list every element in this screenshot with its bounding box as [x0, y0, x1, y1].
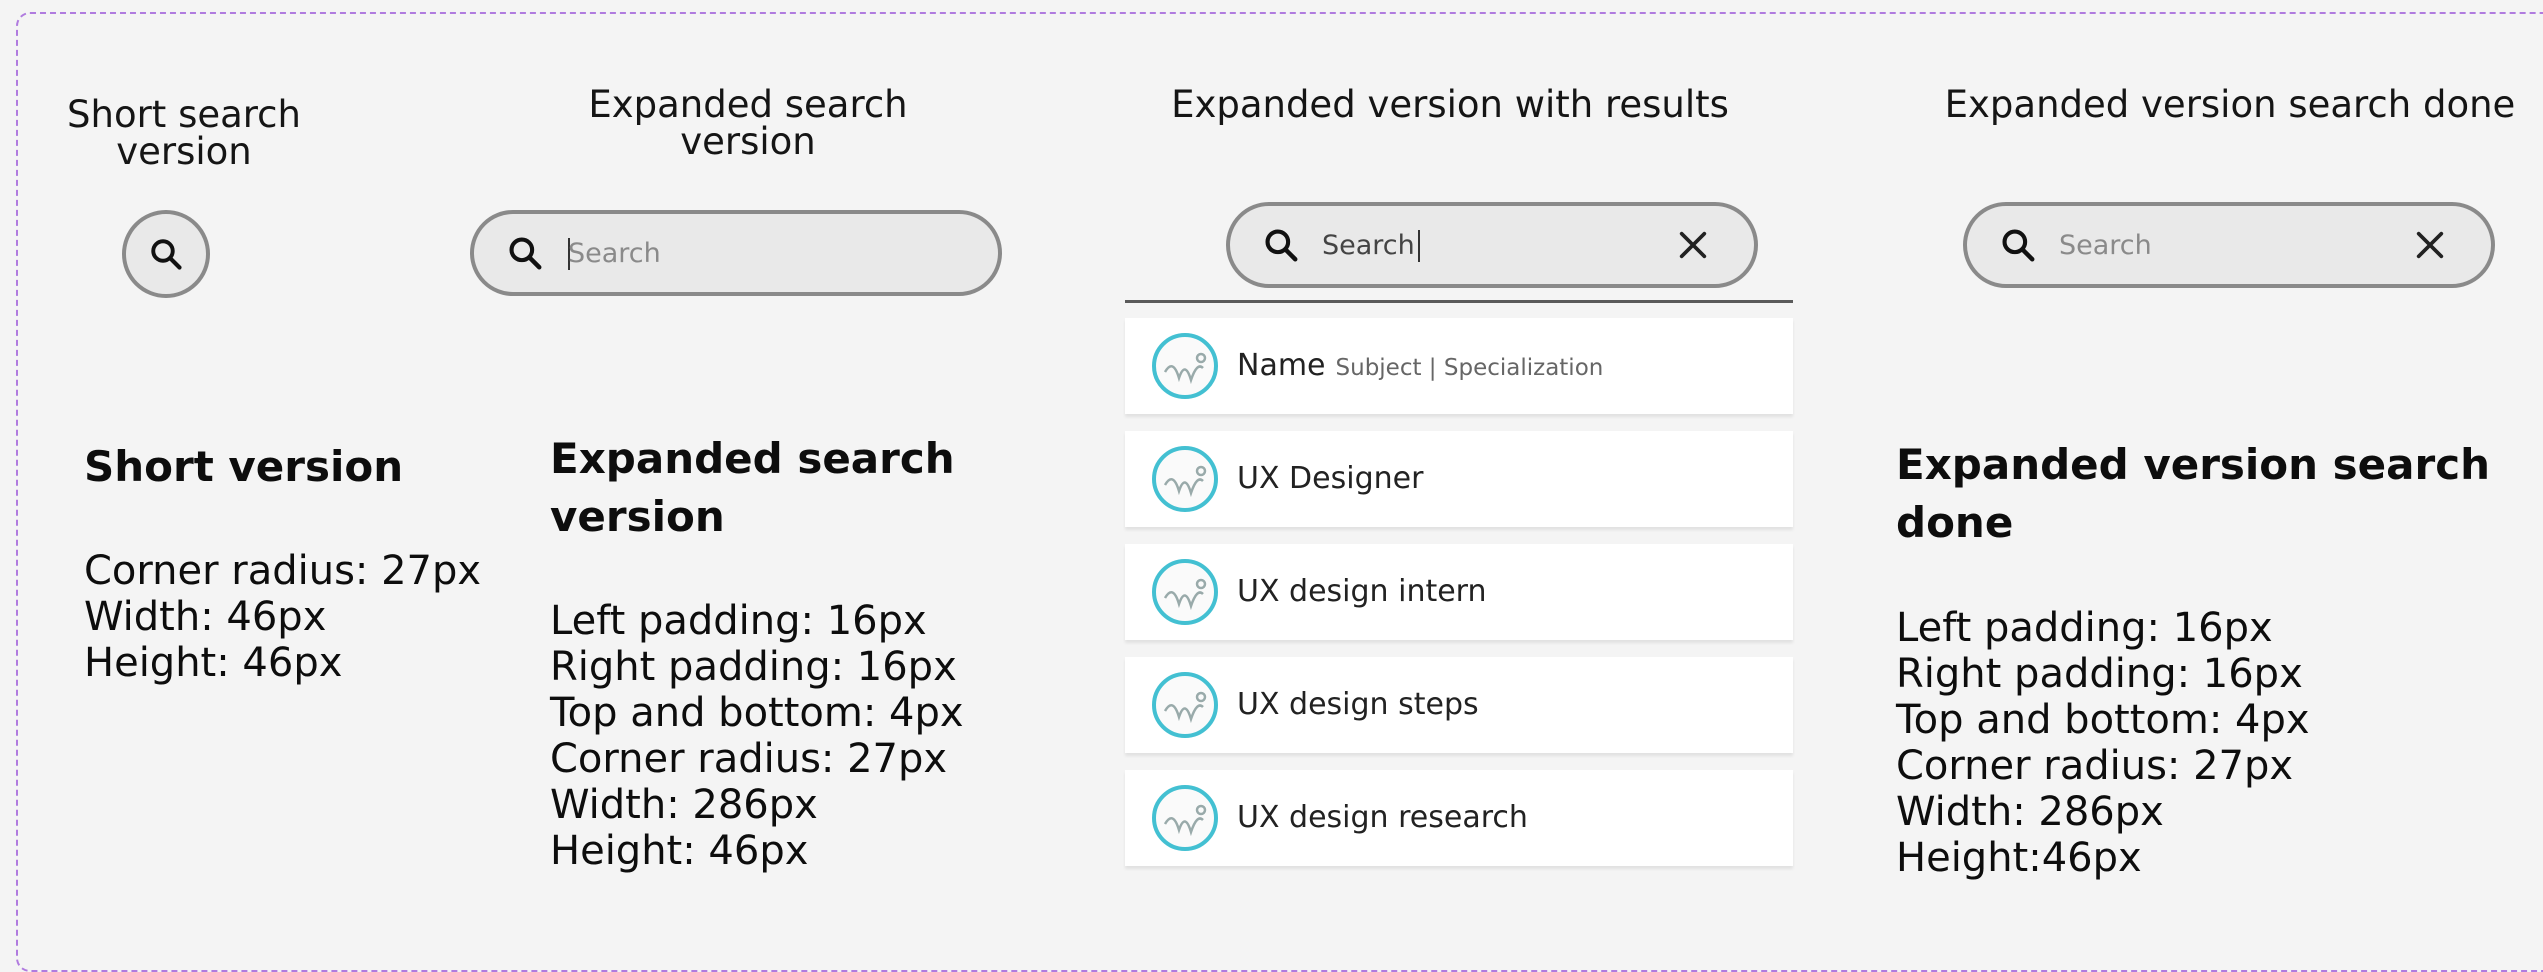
done-search-input[interactable]: Search — [1963, 202, 2495, 288]
avatar-icon — [1152, 446, 1218, 512]
results-search-input[interactable]: Search — [1226, 202, 1758, 288]
list-item[interactable]: UX Designer — [1125, 431, 1793, 527]
search-icon — [509, 237, 542, 270]
list-item[interactable]: Name Subject | Specialization — [1125, 318, 1793, 414]
avatar-icon — [1152, 333, 1218, 399]
close-icon[interactable] — [2413, 228, 2447, 262]
result-name: UX design steps — [1237, 687, 1479, 722]
note-expanded-title: Expanded search version — [550, 434, 955, 541]
avatar-icon — [1152, 672, 1218, 738]
heading-done: Expanded version search done — [1944, 83, 2516, 126]
list-item[interactable]: UX design intern — [1125, 544, 1793, 640]
note-short-title: Short version — [84, 442, 404, 491]
short-search-button[interactable] — [122, 210, 210, 298]
result-name: UX design research — [1237, 800, 1528, 835]
avatar-icon — [1152, 785, 1218, 851]
heading-expanded: Expanded search version — [588, 83, 908, 163]
note-expanded-lines: Left padding: 16px Right padding: 16px T… — [550, 598, 964, 874]
note-done-title: Expanded version search done — [1896, 440, 2491, 547]
result-subtitle: Subject | Specialization — [1335, 355, 1604, 381]
search-icon — [2002, 229, 2035, 262]
note-done-lines: Left padding: 16px Right padding: 16px T… — [1896, 605, 2310, 881]
avatar-icon — [1152, 559, 1218, 625]
text-caret — [1418, 230, 1420, 262]
heading-short: Short search version — [67, 93, 301, 173]
search-value: Search — [1322, 230, 1415, 261]
search-icon — [151, 239, 182, 270]
result-name: Name Subject | Specialization — [1237, 348, 1604, 383]
search-placeholder: Search — [568, 238, 661, 269]
heading-results: Expanded version with results — [1171, 83, 1729, 126]
list-item[interactable]: UX design steps — [1125, 657, 1793, 753]
note-short-lines: Corner radius: 27px Width: 46px Height: … — [84, 548, 482, 686]
search-placeholder: Search — [2059, 230, 2152, 261]
result-name: UX design intern — [1237, 574, 1487, 609]
expanded-search-input[interactable]: Search — [470, 210, 1002, 296]
result-name: UX Designer — [1237, 461, 1424, 496]
list-item[interactable]: UX design research — [1125, 770, 1793, 866]
results-divider — [1125, 300, 1793, 303]
close-icon[interactable] — [1676, 228, 1710, 262]
search-icon — [1265, 229, 1298, 262]
